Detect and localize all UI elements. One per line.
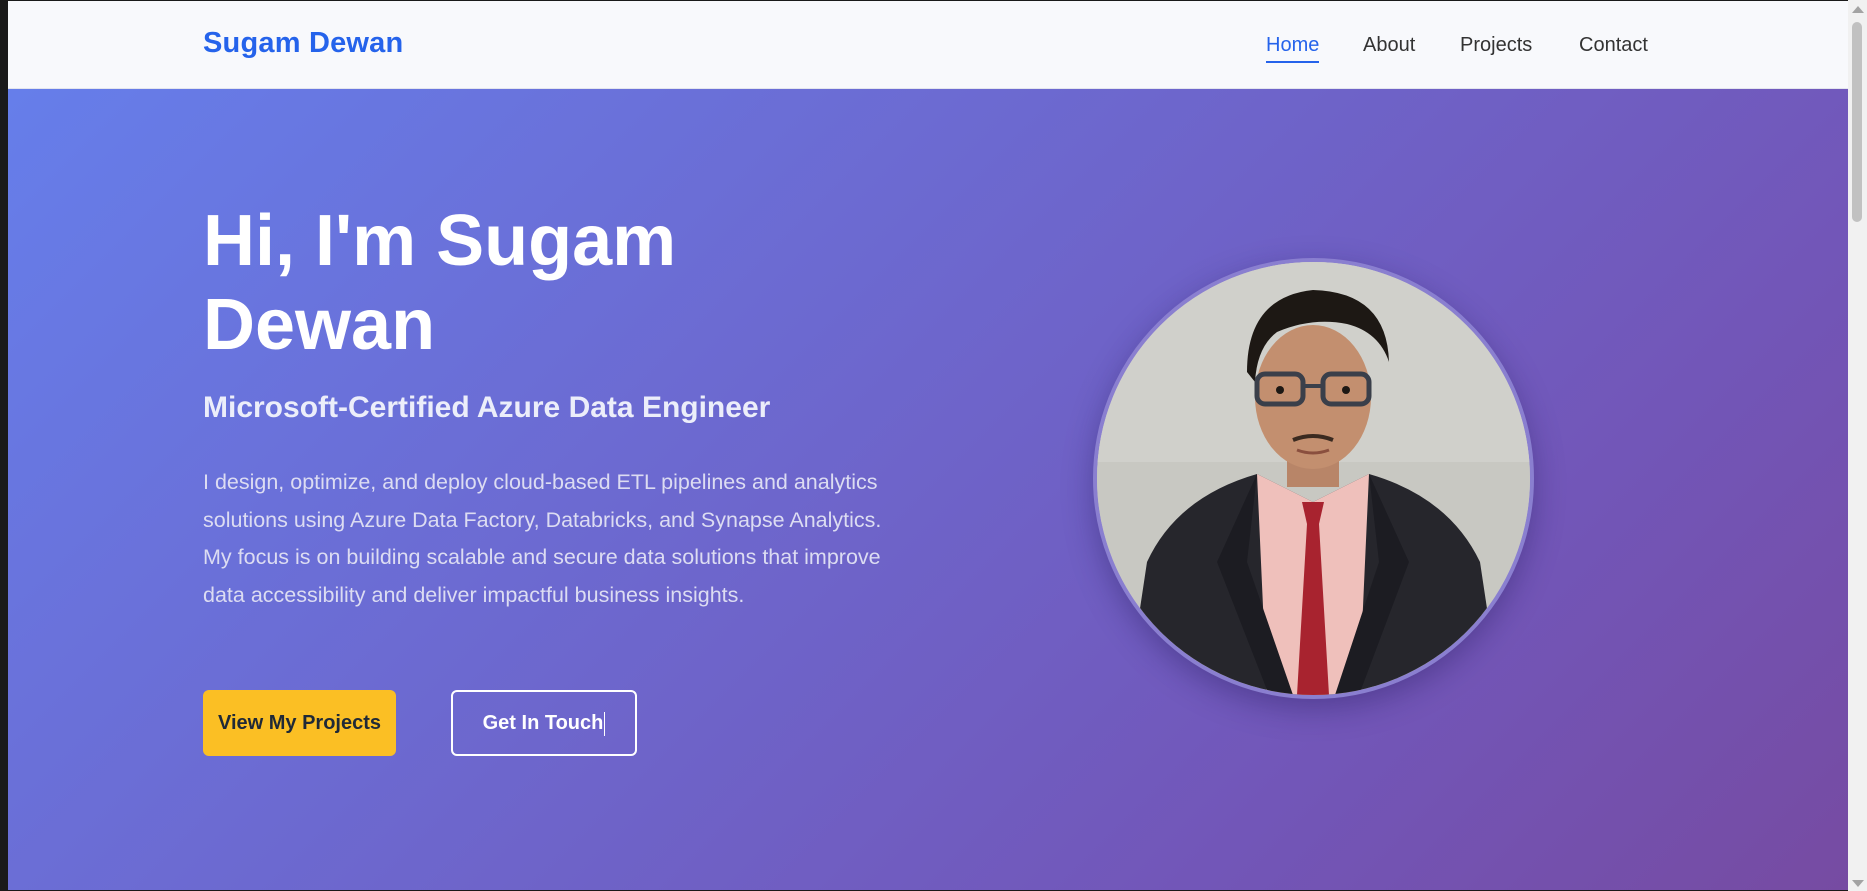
hero-title-line1: Hi, I'm Sugam (203, 201, 677, 281)
nav-link-contact[interactable]: Contact (1579, 33, 1648, 61)
scroll-down-arrow-icon[interactable] (1852, 880, 1864, 887)
nav-link-projects[interactable]: Projects (1460, 33, 1532, 61)
text-cursor (604, 711, 606, 736)
get-in-touch-label: Get In Touch (482, 712, 604, 734)
hero-section: Hi, I'm Sugam Dewan Microsoft-Certified … (8, 89, 1848, 890)
view-projects-label: View My Projects (217, 712, 382, 734)
scrollbar-thumb[interactable] (1852, 22, 1862, 222)
hero-title-line2: Dewan (203, 285, 436, 365)
scroll-up-arrow-icon[interactable] (1852, 6, 1864, 13)
person-portrait-icon (1097, 262, 1530, 695)
browser-viewport: Sugam Dewan Home About Projects Contact … (8, 1, 1848, 890)
get-in-touch-button[interactable]: Get In Touch (451, 690, 637, 756)
nav-link-home[interactable]: Home (1266, 33, 1320, 63)
view-projects-button[interactable]: View My Projects (203, 690, 396, 756)
hero-title: Hi, I'm Sugam Dewan (203, 199, 823, 367)
hero-description: I design, optimize, and deploy cloud-bas… (203, 470, 882, 607)
navbar: Sugam Dewan Home About Projects Contact (8, 1, 1848, 89)
vertical-scrollbar[interactable] (1848, 0, 1867, 891)
nav-link-about[interactable]: About (1363, 33, 1415, 61)
hero-subtitle: Microsoft-Certified Azure Data Engineer (203, 391, 771, 424)
nav-links: Home About Projects Contact (8, 33, 1848, 65)
profile-photo (1093, 258, 1534, 699)
